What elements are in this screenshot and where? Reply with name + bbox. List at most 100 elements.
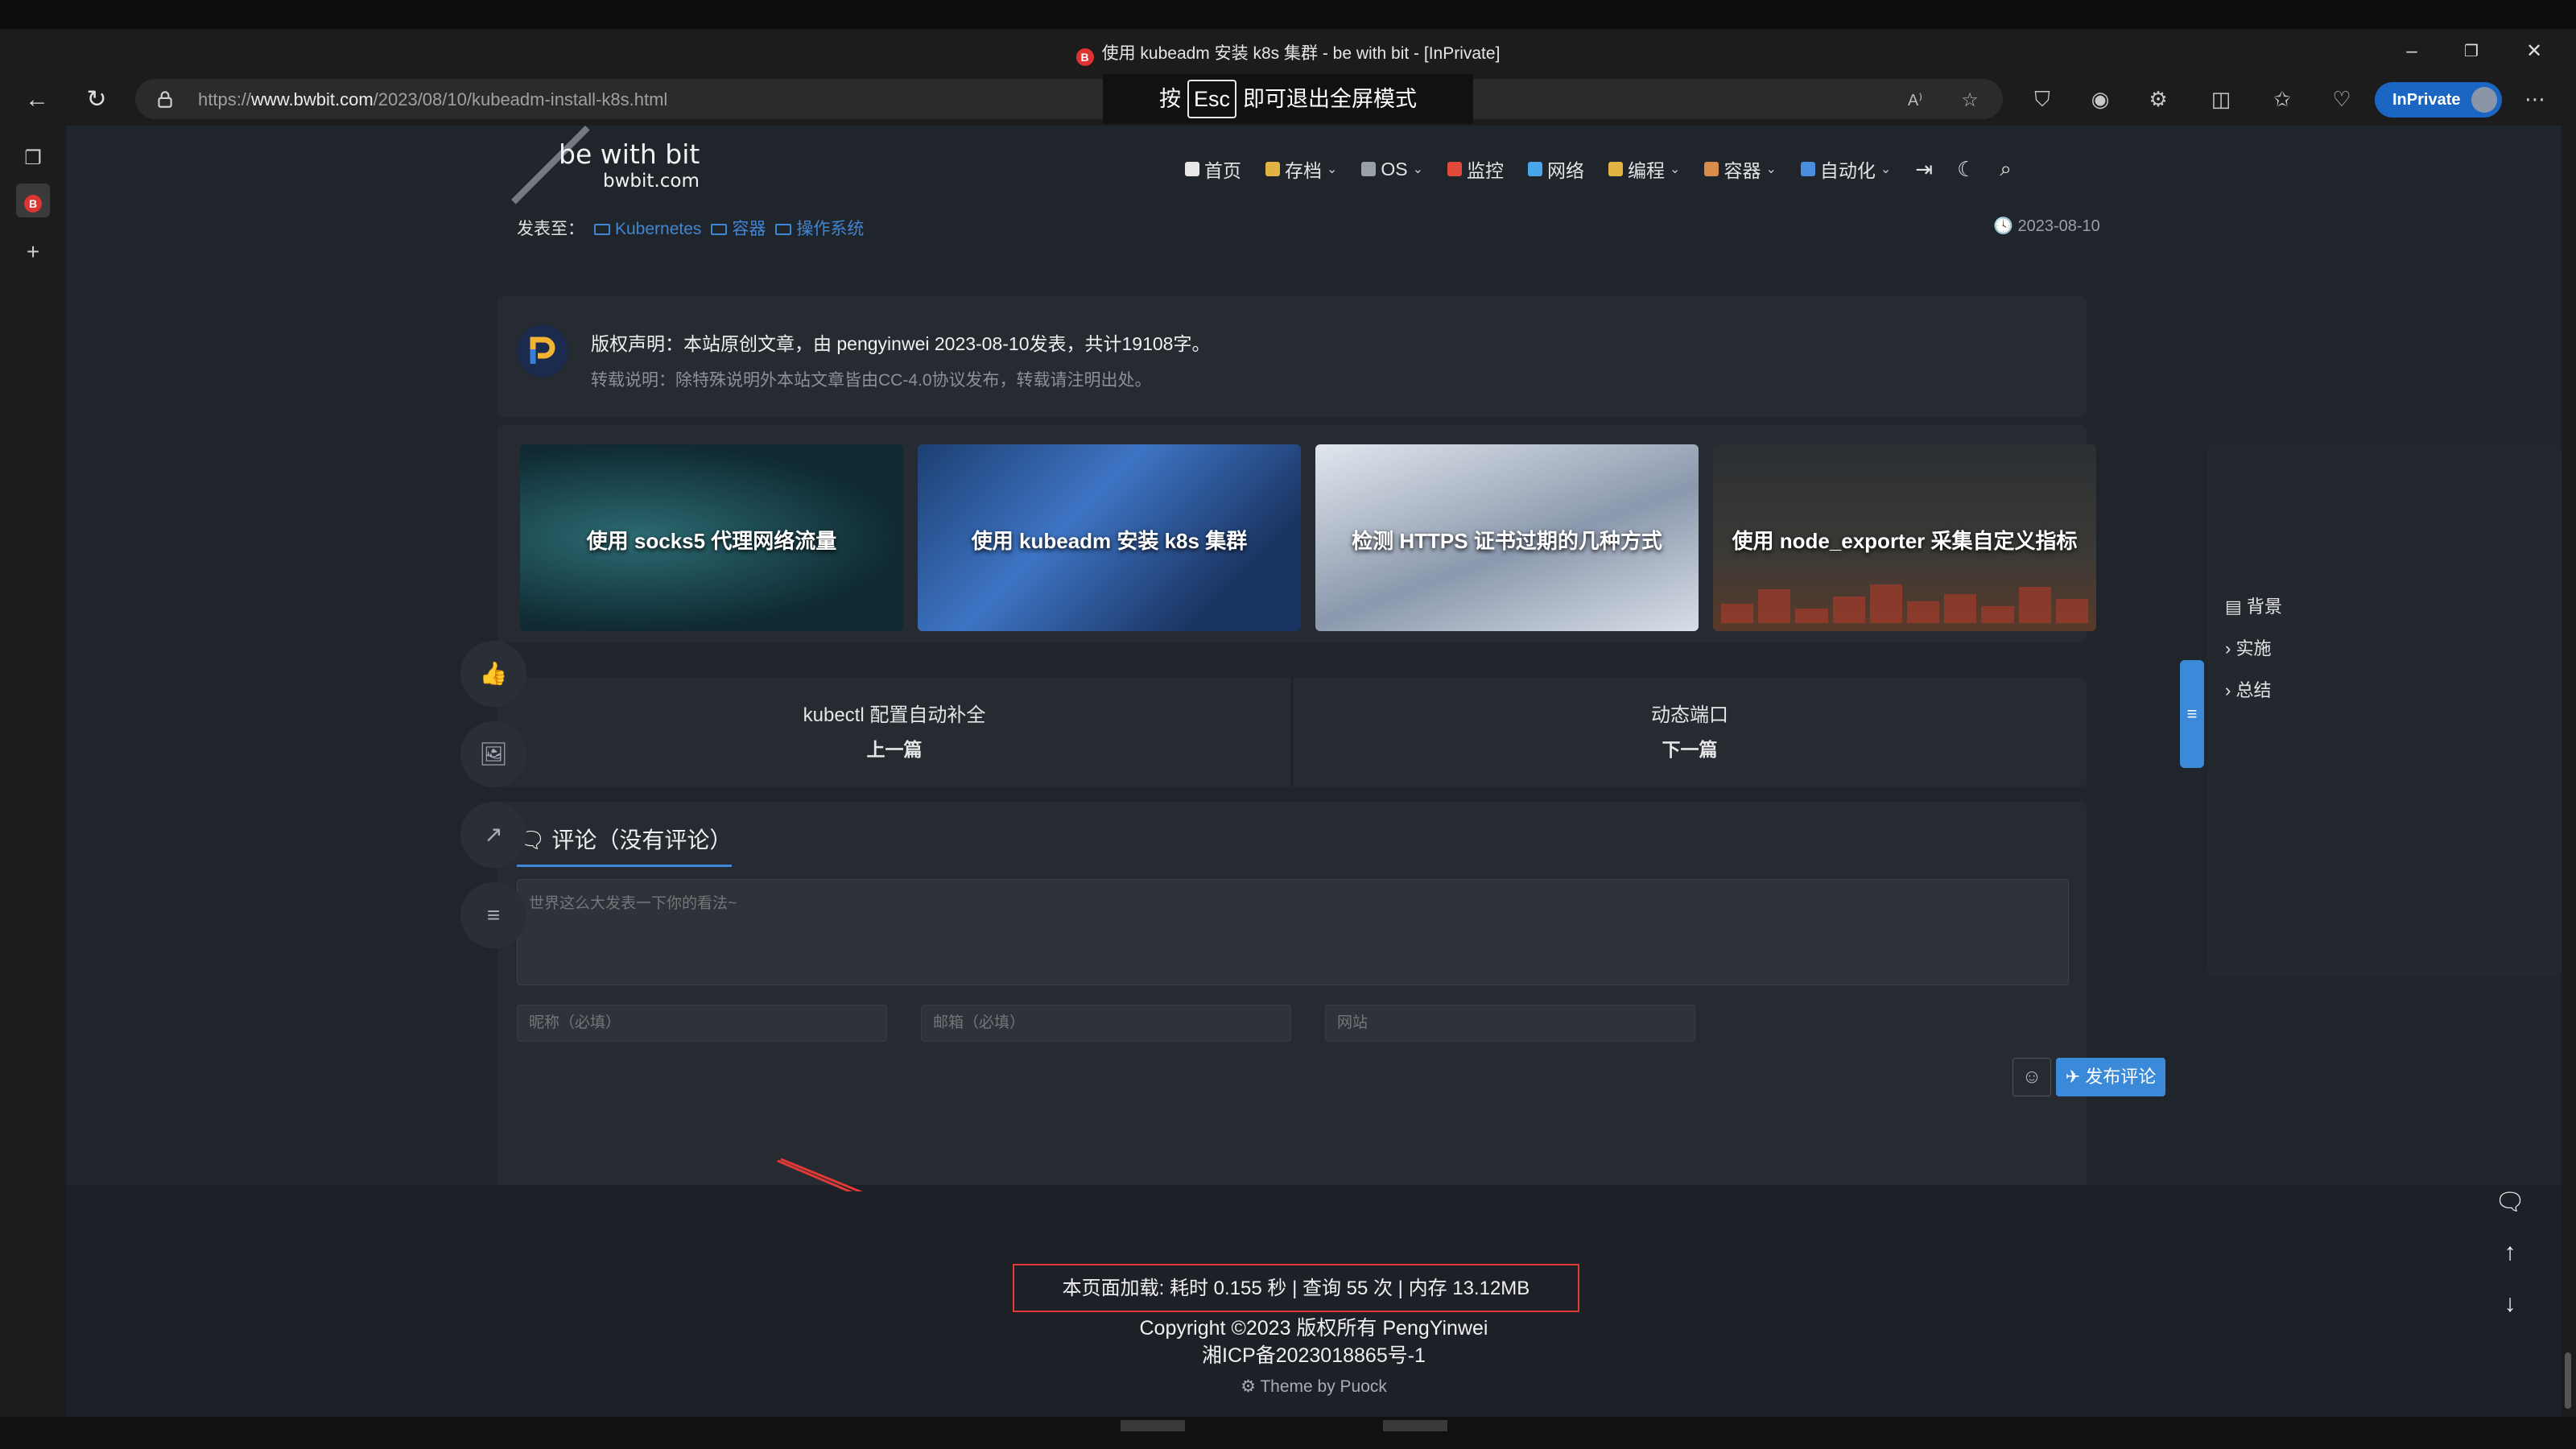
nav-item-5[interactable]: 编程 ⌄ — [1608, 155, 1680, 183]
red-annotation-arrow — [777, 1158, 864, 1191]
category-link[interactable]: Kubernetes — [594, 220, 701, 238]
nav-item-2[interactable]: OS ⌄ — [1361, 159, 1423, 180]
site-favicon-icon: B — [24, 195, 42, 213]
nav-item-6[interactable]: 容器 ⌄ — [1704, 155, 1777, 183]
extensions-icon[interactable]: ⚙ — [2145, 85, 2172, 113]
table-of-contents: ▤ 背景 › 实施 › 总结 — [2207, 444, 2562, 977]
nav-item-label: 首页 — [1204, 160, 1241, 181]
split-screen-icon[interactable]: ◫ — [2207, 85, 2235, 113]
nav-item-label: OS — [1381, 158, 1408, 180]
theme-credit[interactable]: ⚙ Theme by Puock — [66, 1377, 2562, 1397]
icp-license-link[interactable]: 湘ICP备2023018865号-1 — [66, 1340, 2562, 1368]
toc-item-summary[interactable]: › 总结 — [2225, 676, 2271, 702]
toc-toggle-tab[interactable]: ≡ — [2180, 660, 2204, 768]
related-post-card[interactable]: 使用 node_exporter 采集自定义指标 — [1713, 444, 2096, 631]
emoji-picker-button[interactable]: ☺ — [2013, 1058, 2051, 1096]
dark-mode-moon-icon[interactable]: ☾ — [1957, 157, 1975, 182]
new-tab-plus-icon[interactable]: + — [16, 235, 50, 269]
lock-icon — [158, 91, 172, 108]
nav-item-label: 网络 — [1547, 160, 1585, 181]
tab-strip-indicator — [1383, 1420, 1447, 1431]
nav-item-1[interactable]: 存档 ⌄ — [1265, 155, 1337, 183]
scroll-bottom-arrow-icon[interactable]: ↓ — [2492, 1286, 2528, 1322]
active-tab[interactable]: B — [16, 184, 50, 217]
nav-item-icon — [1704, 162, 1719, 176]
minimize-button[interactable]: – — [2388, 35, 2436, 68]
web-page: be with bit bwbit.com 首页 存档 ⌄ OS ⌄ 监控 网络 编程 ⌄ 容器 ⌄… — [66, 126, 2562, 1417]
taskbar-strip — [0, 1417, 2576, 1449]
chat-bubble-icon[interactable]: 🗨 — [2492, 1185, 2528, 1220]
vertical-tabs-bar: ❐ B + — [0, 126, 66, 1417]
nav-item-label: 自动化 — [1819, 160, 1876, 181]
footer-copyright: Copyright ©2023 版权所有 PengYinwei — [1139, 1317, 1488, 1340]
page-scrollbar[interactable] — [2562, 126, 2576, 1417]
nav-item-icon — [1528, 162, 1543, 176]
back-arrow-icon[interactable]: ← — [19, 82, 55, 118]
restore-button[interactable]: ❐ — [2447, 35, 2496, 68]
page-load-stats: 本页面加载: 耗时 0.155 秒 | 查询 55 次 | 内存 13.12MB — [1013, 1264, 1579, 1312]
tab-actions-icon[interactable]: ❐ — [16, 142, 50, 175]
profile-avatar — [2471, 87, 2497, 113]
previous-post-link[interactable]: kubectl 配置自动补全 上一篇 — [497, 678, 1291, 787]
author-avatar — [517, 325, 568, 377]
toc-item-background[interactable]: ▤ 背景 — [2225, 592, 2282, 618]
chevron-down-icon: ⌄ — [1327, 163, 1338, 176]
nav-item-icon — [1361, 162, 1377, 176]
search-icon[interactable]: ⌕ — [2000, 156, 2012, 182]
comment-textarea[interactable] — [517, 879, 2069, 985]
site-logo[interactable]: be with bit — [559, 138, 700, 170]
nav-item-7[interactable]: 自动化 ⌄ — [1800, 155, 1892, 183]
chevron-down-icon: ⌄ — [1880, 163, 1892, 176]
reprint-notice: 转载说明：除特殊说明外本站文章皆由CC-4.0协议发布，转载请注明出处。 — [591, 371, 1152, 390]
nav-item-label: 监控 — [1467, 160, 1505, 181]
nav-item-icon — [1447, 162, 1463, 176]
tab-title: B 使用 kubeadm 安装 k8s 集群 - be with bit - [I… — [0, 40, 2576, 66]
folder-icon — [594, 224, 610, 235]
shield-extension-icon[interactable]: ⛉ — [2029, 85, 2056, 113]
nav-item-icon — [1185, 162, 1199, 176]
favorite-star-icon[interactable]: ☆ — [1958, 89, 1982, 113]
copyright-notice: 版权声明：本站原创文章，由 pengyinwei 2023-08-10发表，共计… — [497, 296, 2087, 417]
nav-item-label: 容器 — [1724, 160, 1761, 181]
website-input[interactable] — [1325, 1005, 1695, 1042]
related-post-card[interactable]: 检测 HTTPS 证书过期的几种方式 — [1315, 444, 1699, 631]
nav-item-4[interactable]: 网络 — [1528, 155, 1584, 183]
refresh-icon[interactable]: ↻ — [79, 82, 114, 118]
scroll-top-arrow-icon[interactable]: ↑ — [2492, 1235, 2528, 1270]
fullscreen-exit-hint: 按 Esc 即可退出全屏模式 — [1103, 74, 1473, 124]
nav-item-label: 存档 — [1285, 160, 1322, 181]
close-window-button[interactable]: ✕ — [2510, 35, 2558, 68]
read-aloud-icon[interactable]: A⁾ — [1903, 89, 1927, 113]
favorites-icon[interactable]: ✩ — [2268, 85, 2296, 113]
nav-item-0[interactable]: 首页 — [1185, 155, 1241, 183]
category-link[interactable]: 操作系统 — [775, 220, 864, 238]
post-navigation: kubectl 配置自动补全 上一篇 动态端口 下一篇 — [497, 678, 2087, 787]
browser-titlebar: B 使用 kubeadm 安装 k8s 集群 - be with bit - [I… — [0, 29, 2576, 72]
related-post-card[interactable]: 使用 kubeadm 安装 k8s 集群 — [918, 444, 1301, 631]
main-navigation: 首页 存档 ⌄ OS ⌄ 监控 网络 编程 ⌄ 容器 ⌄ 自动化 ⌄ ⇥ ☾ ⌕ — [1185, 155, 2012, 184]
more-options-icon[interactable]: ⋯ — [2521, 85, 2549, 113]
chevron-down-icon: ⌄ — [1670, 163, 1681, 176]
next-post-link[interactable]: 动态端口 下一篇 — [1293, 678, 2087, 787]
submit-comment-button[interactable]: ✈ 发布评论 — [2056, 1058, 2165, 1096]
scrollbar-thumb[interactable] — [2565, 1352, 2571, 1409]
toc-item-implementation[interactable]: › 实施 — [2225, 634, 2271, 660]
url-field[interactable]: https://www.bwbit.com/2023/08/10/kubeadm… — [135, 79, 2003, 119]
inprivate-badge[interactable]: InPrivate — [2375, 82, 2502, 118]
folder-icon — [711, 224, 728, 235]
image-poster-icon[interactable]: 🖼 — [460, 721, 526, 787]
menu-list-icon[interactable]: ≡ — [460, 882, 526, 948]
post-categories: 发表至： Kubernetes 容器 操作系统 — [517, 220, 865, 238]
browser-essentials-icon[interactable]: ♡ — [2328, 85, 2355, 113]
record-extension-icon[interactable]: ◉ — [2087, 85, 2114, 113]
related-post-card[interactable]: 使用 socks5 代理网络流量 — [520, 444, 903, 631]
login-icon[interactable]: ⇥ — [1915, 157, 1933, 182]
esc-key: Esc — [1187, 80, 1236, 118]
nav-item-icon — [1265, 162, 1280, 176]
category-link[interactable]: 容器 — [711, 220, 766, 238]
nav-item-3[interactable]: 监控 — [1447, 155, 1504, 183]
site-favicon-icon: B — [1075, 48, 1094, 66]
share-icon[interactable]: ↗ — [460, 802, 526, 868]
like-thumb-icon[interactable]: 👍 — [460, 641, 526, 707]
copyright-statement: 版权声明：本站原创文章，由 pengyinwei 2023-08-10发表，共计… — [591, 333, 1211, 354]
